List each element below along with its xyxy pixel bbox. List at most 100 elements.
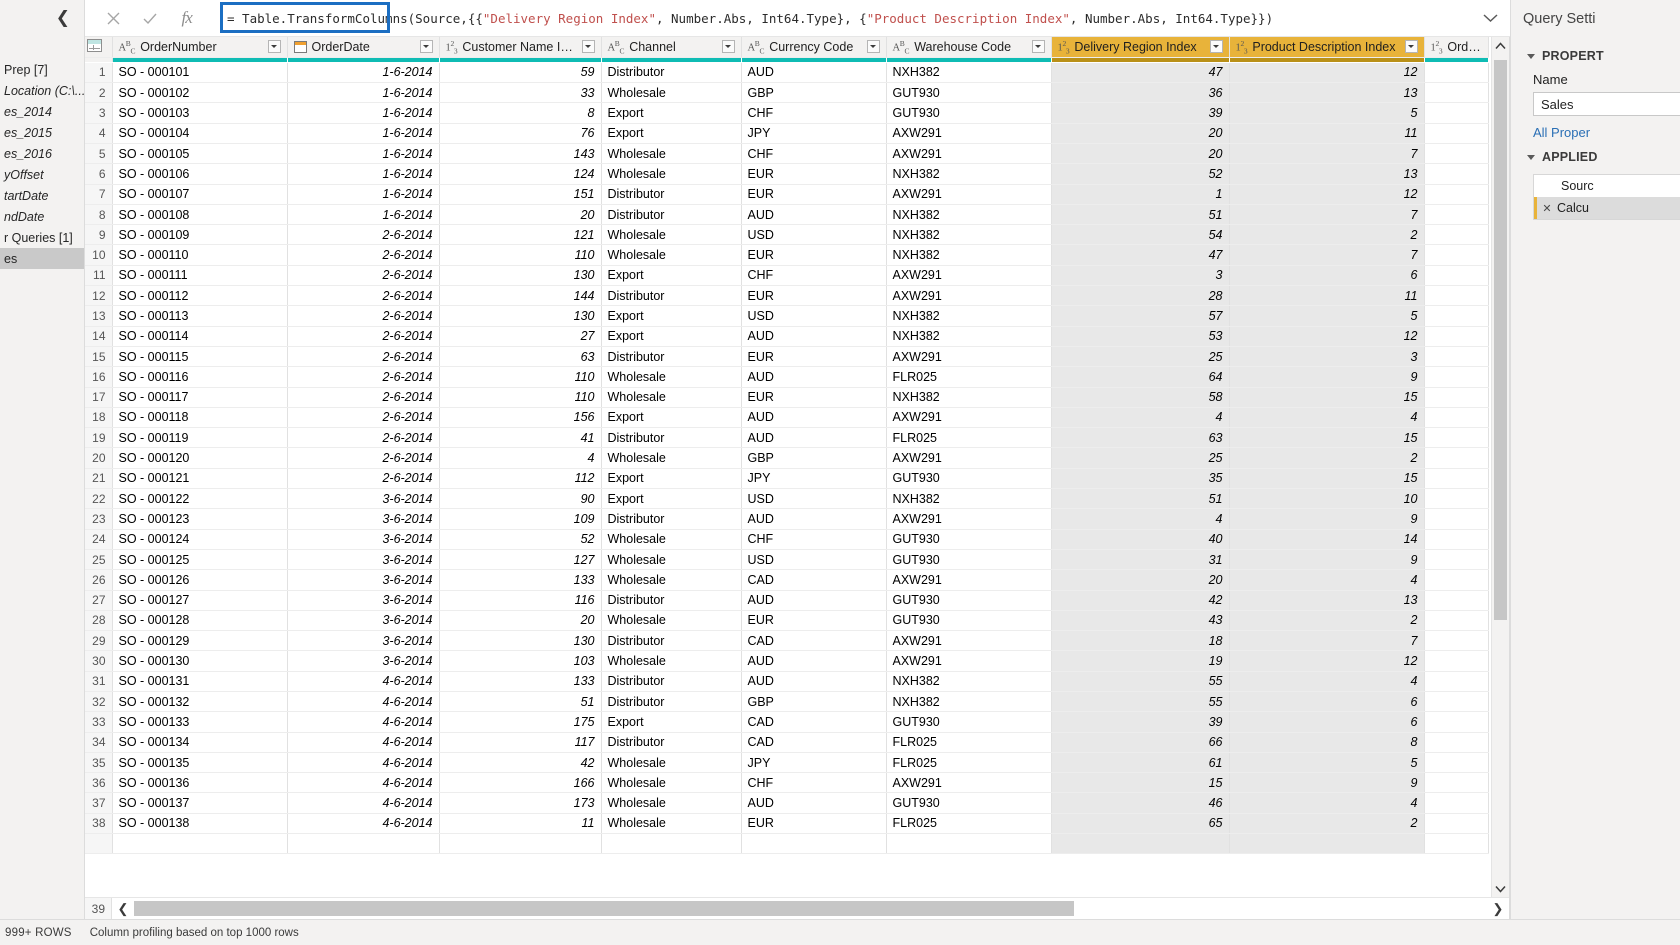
table-cell[interactable]: GUT930: [886, 711, 1052, 733]
table-cell[interactable]: 19: [1051, 650, 1230, 672]
table-cell[interactable]: USD: [741, 549, 887, 571]
table-cell[interactable]: 4: [1051, 407, 1230, 429]
table-cell[interactable]: 3-6-2014: [287, 549, 440, 571]
table-cell[interactable]: SO - 000138: [112, 813, 288, 835]
table-cell[interactable]: 7: [1229, 204, 1425, 226]
table-cell[interactable]: Wholesale: [601, 366, 742, 388]
table-cell[interactable]: 2: [1229, 224, 1425, 246]
check-icon[interactable]: [139, 7, 161, 29]
table-cell[interactable]: 4-6-2014: [287, 813, 440, 835]
table-cell[interactable]: USD: [741, 224, 887, 246]
table-cell[interactable]: EUR: [741, 163, 887, 185]
table-cell[interactable]: [1424, 366, 1489, 388]
table-cell[interactable]: 110: [439, 366, 602, 388]
table-row[interactable]: 34 SO - 000134 4-6-2014 117 Distributor CAD FL…: [85, 732, 1489, 753]
table-cell[interactable]: NXH382: [886, 204, 1052, 226]
query-list-item[interactable]: Prep [7]: [0, 59, 84, 80]
table-row[interactable]: 23 SO - 000123 3-6-2014 109 Distributor AUD AX…: [85, 508, 1489, 530]
table-cell[interactable]: 4-6-2014: [287, 711, 440, 733]
table-row[interactable]: 13 SO - 000113 2-6-2014 130 Export USD NXH382 5…: [85, 305, 1489, 327]
column-header[interactable]: 123 Product Description Index: [1229, 37, 1425, 58]
table-cell[interactable]: 63: [439, 346, 602, 368]
table-cell[interactable]: 12: [1229, 184, 1425, 205]
table-cell[interactable]: 4-6-2014: [287, 772, 440, 794]
table-cell[interactable]: Wholesale: [601, 163, 742, 185]
table-cell[interactable]: 130: [439, 305, 602, 327]
table-cell[interactable]: AXW291: [886, 143, 1052, 165]
table-cell[interactable]: 3: [1229, 346, 1425, 368]
table-row[interactable]: 11 SO - 000111 2-6-2014 130 Export CHF AXW291 3…: [85, 265, 1489, 287]
table-cell[interactable]: 90: [439, 488, 602, 510]
table-cell[interactable]: FLR025: [886, 732, 1052, 753]
table-cell[interactable]: USD: [741, 488, 887, 510]
table-cell[interactable]: SO - 000104: [112, 123, 288, 144]
horizontal-scroll-track[interactable]: [134, 898, 1487, 919]
table-cell[interactable]: 3-6-2014: [287, 610, 440, 632]
table-cell[interactable]: Distributor: [601, 184, 742, 205]
table-row[interactable]: 20 SO - 000120 2-6-2014 4 Wholesale GBP AXW291…: [85, 447, 1489, 469]
table-cell[interactable]: 15: [1229, 468, 1425, 490]
table-cell[interactable]: 1: [1051, 184, 1230, 205]
table-cell[interactable]: SO - 000110: [112, 244, 288, 266]
table-cell[interactable]: CAD: [741, 630, 887, 652]
table-row[interactable]: 7 SO - 000107 1-6-2014 151 Distributor EUR AXW…: [85, 184, 1489, 205]
table-cell[interactable]: FLR025: [886, 813, 1052, 835]
table-cell[interactable]: 4: [439, 447, 602, 469]
table-cell[interactable]: [1424, 732, 1489, 753]
table-cell[interactable]: SO - 000131: [112, 671, 288, 693]
table-cell[interactable]: 2-6-2014: [287, 326, 440, 347]
table-cell[interactable]: 6: [1229, 265, 1425, 287]
table-cell[interactable]: 1-6-2014: [287, 184, 440, 205]
table-cell[interactable]: [1424, 163, 1489, 185]
table-cell[interactable]: 2-6-2014: [287, 224, 440, 246]
table-cell[interactable]: 173: [439, 792, 602, 814]
table-row[interactable]: 37 SO - 000137 4-6-2014 173 Wholesale AUD GUT9…: [85, 792, 1489, 814]
table-cell[interactable]: Distributor: [601, 346, 742, 368]
table-cell[interactable]: 2: [1229, 447, 1425, 469]
table-cell[interactable]: 9: [1229, 772, 1425, 794]
table-cell[interactable]: GBP: [741, 447, 887, 469]
table-cell[interactable]: Wholesale: [601, 244, 742, 266]
table-cell[interactable]: 7: [1229, 630, 1425, 652]
table-cell[interactable]: AUD: [741, 792, 887, 814]
table-row[interactable]: 12 SO - 000112 2-6-2014 144 Distributor EUR AX…: [85, 285, 1489, 307]
table-cell[interactable]: EUR: [741, 285, 887, 307]
table-cell[interactable]: 4: [1229, 407, 1425, 429]
table-row[interactable]: 29 SO - 000129 3-6-2014 130 Distributor CAD AX…: [85, 630, 1489, 652]
table-cell[interactable]: 40: [1051, 529, 1230, 550]
table-cell[interactable]: 3-6-2014: [287, 488, 440, 510]
table-cell[interactable]: 1-6-2014: [287, 62, 440, 84]
table-cell[interactable]: SO - 000135: [112, 752, 288, 774]
table-cell[interactable]: Export: [601, 711, 742, 733]
table-cell[interactable]: 112: [439, 468, 602, 490]
table-cell[interactable]: 20: [1051, 123, 1230, 144]
table-cell[interactable]: 2-6-2014: [287, 427, 440, 449]
table-cell[interactable]: 41: [439, 427, 602, 449]
table-cell[interactable]: [1424, 143, 1489, 165]
table-cell[interactable]: [1424, 447, 1489, 469]
column-header[interactable]: ABC Warehouse Code: [886, 37, 1052, 58]
table-cell[interactable]: 2-6-2014: [287, 244, 440, 266]
table-cell[interactable]: 39: [1051, 102, 1230, 124]
table-cell[interactable]: Export: [601, 326, 742, 347]
table-cell[interactable]: 4-6-2014: [287, 752, 440, 774]
table-cell[interactable]: 55: [1051, 691, 1230, 713]
table-cell[interactable]: 3-6-2014: [287, 630, 440, 652]
table-cell[interactable]: GUT930: [886, 549, 1052, 571]
table-cell[interactable]: SO - 000107: [112, 184, 288, 205]
table-cell[interactable]: [1424, 569, 1489, 591]
table-row[interactable]: 28 SO - 000128 3-6-2014 20 Wholesale EUR GUT93…: [85, 610, 1489, 632]
table-row[interactable]: 25 SO - 000125 3-6-2014 127 Wholesale USD GUT9…: [85, 549, 1489, 571]
table-row[interactable]: 3 SO - 000103 1-6-2014 8 Export CHF GUT930 39 5: [85, 102, 1489, 124]
table-cell[interactable]: Wholesale: [601, 650, 742, 672]
table-cell[interactable]: 3: [1051, 265, 1230, 287]
table-cell[interactable]: SO - 000103: [112, 102, 288, 124]
table-cell[interactable]: [1424, 610, 1489, 632]
table-cell[interactable]: 28: [1051, 285, 1230, 307]
table-cell[interactable]: CHF: [741, 102, 887, 124]
table-cell[interactable]: AUD: [741, 407, 887, 429]
table-cell[interactable]: NXH382: [886, 326, 1052, 347]
table-cell[interactable]: 1-6-2014: [287, 143, 440, 165]
table-cell[interactable]: [1424, 265, 1489, 287]
table-cell[interactable]: 10: [1229, 488, 1425, 510]
